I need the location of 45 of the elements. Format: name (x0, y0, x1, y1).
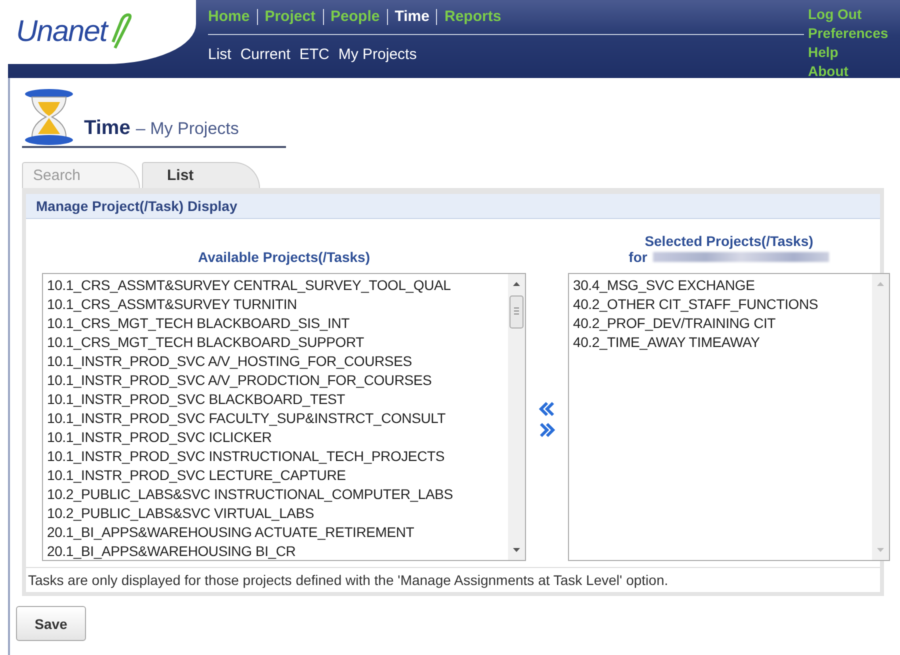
nav-link[interactable]: Project (256, 9, 323, 25)
list-item[interactable]: 40.2_OTHER CIT_STAFF_FUNCTIONS (573, 295, 868, 314)
subnav-link[interactable]: Current (240, 46, 290, 62)
subnav-link[interactable]: List (208, 46, 232, 62)
list-item[interactable]: 10.1_CRS_MGT_TECH BLACKBOARD_SUPPORT (47, 333, 504, 352)
nav-link[interactable]: Reports (436, 9, 508, 25)
list-item[interactable]: 30.4_MSG_SVC EXCHANGE (573, 276, 868, 295)
utility-link[interactable]: Help (808, 43, 900, 62)
logo[interactable]: Unanet (16, 15, 107, 49)
list-item[interactable]: 10.1_CRS_MGT_TECH BLACKBOARD_SIS_INT (47, 314, 504, 333)
selected-list[interactable]: 30.4_MSG_SVC EXCHANGE 40.2_OTHER CIT_STAFF_FUNCTIONS 40.2_PROF_DEV/TRAINING CIT 40.2_TIME_AWAY TIMEAWAY (568, 273, 890, 561)
list-item[interactable]: 10.1_INSTR_PROD_SVC FACULTY_SUP&INSTRCT_CONSULT (47, 409, 504, 428)
tab[interactable]: List (142, 162, 260, 188)
list-item[interactable]: 10.1_INSTR_PROD_SVC LECTURE_CAPTURE (47, 466, 504, 485)
nav-link[interactable]: Home (208, 9, 257, 25)
panel-title: Manage Project(/Task) Display (26, 194, 880, 219)
hourglass-icon (22, 88, 76, 146)
utility-link[interactable]: Log Out (808, 5, 900, 24)
list-item[interactable]: 10.2_PUBLIC_LABS&SVC VIRTUAL_LABS (47, 504, 504, 523)
list-item[interactable]: 10.1_INSTR_PROD_SVC A/V_PRODCTION_FOR_COURSES (47, 371, 504, 390)
page-title: Time – My Projects (83, 117, 239, 141)
list-item[interactable]: 10.2_PUBLIC_LABS&SVC INSTRUCTIONAL_COMPUTER_LABS (47, 485, 504, 504)
scrollbar[interactable] (872, 274, 889, 560)
available-list[interactable] (42, 273, 526, 561)
list-item[interactable]: 10.1_INSTR_PROD_SVC INSTRUCTIONAL_TECH_PROJECTS (47, 447, 504, 466)
list-item[interactable]: 10.1_CRS_ASSMT&SURVEY TURNITIN (47, 295, 504, 314)
list-item[interactable]: 20.1_BI_APPS&WAREHOUSING ACTUATE_RETIREMENT (47, 523, 504, 542)
list-item[interactable]: 10.1_INSTR_PROD_SVC A/V_HOSTING_FOR_COURSES (47, 352, 504, 371)
list-heading: Available Projects(/Tasks) (198, 249, 370, 265)
list-heading: Selected Projects(/Tasks) (644, 233, 814, 249)
list-item[interactable]: 40.2_TIME_AWAY TIMEAWAY (573, 333, 868, 352)
utility-link[interactable]: About (808, 62, 900, 81)
list-item[interactable]: 10.1_CRS_ASSMT&SURVEY CENTRAL_SURVEY_TOOL_QUAL (47, 276, 504, 295)
list-item[interactable]: 20.1_BI_APPS&WAREHOUSING BI_CR (47, 542, 504, 560)
list-item[interactable]: 10.1_INSTR_PROD_SVC ICLICKER (47, 428, 504, 447)
subnav-link[interactable]: My Projects (338, 46, 417, 62)
list-item[interactable]: 40.2_PROF_DEV/TRAINING CIT (573, 314, 868, 333)
utility-link[interactable]: Preferences (808, 24, 900, 43)
for-label: for (628, 249, 648, 265)
nav-link[interactable]: Time (386, 9, 436, 25)
nav-link[interactable]: People (322, 9, 387, 25)
subnav-link[interactable]: ETC (299, 46, 330, 62)
list-item[interactable]: 10.1_INSTR_PROD_SVC BLACKBOARD_TEST (47, 390, 504, 409)
save-button[interactable]: Save (16, 606, 86, 641)
scrollbar[interactable] (508, 274, 525, 560)
